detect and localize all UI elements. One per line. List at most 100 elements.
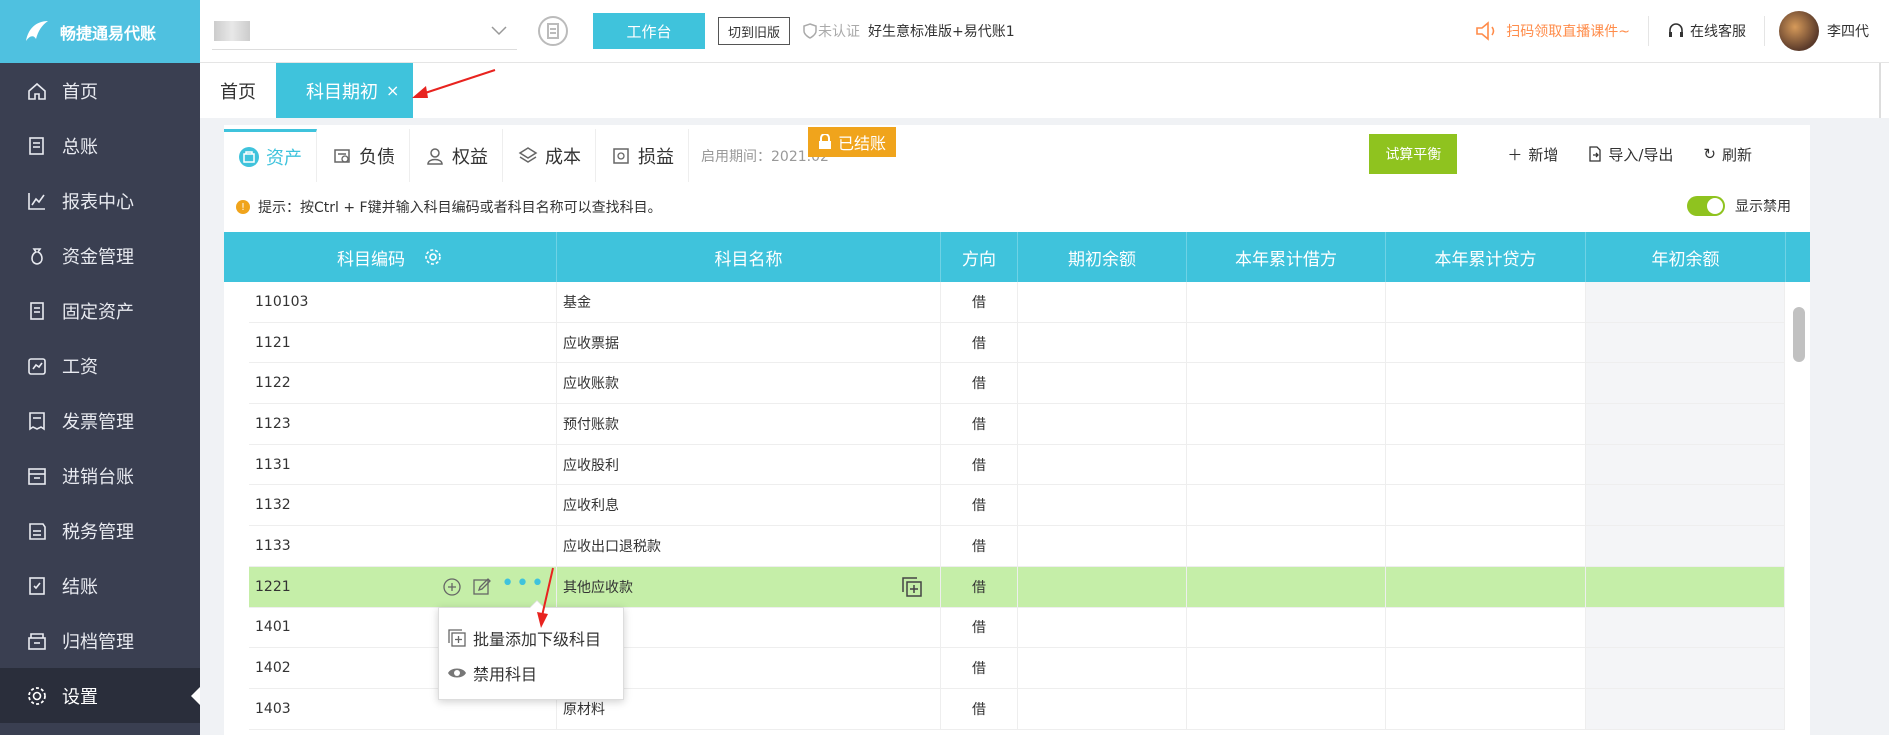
cell-ytd-credit[interactable] [1386,688,1586,729]
cell-ytd-debit[interactable] [1187,404,1386,444]
table-row[interactable]: 1121 应收票据 借 [249,322,1785,364]
app-logo[interactable]: 畅捷通易代账 [0,0,200,63]
cell-year-start-balance [1586,282,1785,322]
cell-opening-balance[interactable] [1018,526,1187,566]
sidebar-item-label: 发票管理 [62,411,134,433]
add-circle-icon[interactable] [441,576,463,598]
cell-ytd-debit[interactable] [1187,688,1386,729]
table-row[interactable]: 1221 ••• 其他应收款 借 [249,566,1785,608]
cell-code: 1132 [249,485,557,526]
tab-liabilities[interactable]: 负债 [317,129,410,182]
sidebar-item-gear[interactable]: 设置 [0,668,200,723]
cell-ytd-debit[interactable] [1187,485,1386,526]
online-service[interactable]: 在线客服 [1649,16,1765,46]
cell-opening-balance[interactable] [1018,444,1187,485]
cell-ytd-debit[interactable] [1187,363,1386,404]
cell-ytd-debit[interactable] [1187,282,1386,322]
table-row[interactable]: 1133 应收出口退税款 借 [249,526,1785,567]
sidebar-item-chart[interactable]: 报表中心 [0,173,200,228]
cell-opening-balance[interactable] [1018,607,1187,648]
cell-ytd-credit[interactable] [1386,485,1586,526]
cell-direction: 借 [941,526,1018,566]
company-select[interactable] [212,12,517,50]
tab-profit-loss[interactable]: 损益 [596,129,689,182]
switch-old-version-button[interactable]: 切到旧版 [718,17,791,45]
sidebar-item-checkout[interactable]: 结账 [0,558,200,613]
user-menu[interactable]: 李四代 [1765,11,1889,51]
table-row[interactable]: 110103 基金 借 [249,282,1785,323]
gear-icon [28,686,46,705]
cell-ytd-credit[interactable] [1386,648,1586,688]
tab-cost[interactable]: 成本 [503,129,596,182]
refresh-button[interactable]: ↻ 刷新 [1703,144,1752,165]
table-row[interactable]: 1131 应收股利 借 [249,444,1785,486]
trial-balance-button[interactable]: 试算平衡 [1369,134,1458,174]
cell-direction: 借 [941,485,1018,526]
tab-assets[interactable]: 资产 [224,129,317,182]
batch-add-subaccounts-item[interactable]: 批量添加下级科目 [439,620,623,655]
sidebar-item-archive[interactable]: 归档管理 [0,613,200,668]
cell-ytd-debit[interactable] [1187,526,1386,566]
close-icon[interactable]: × [386,81,399,100]
column-header-name[interactable]: 科目名称 [557,232,941,282]
sidebar-item-invoice[interactable]: 发票管理 [0,393,200,448]
cell-opening-balance[interactable] [1018,322,1187,363]
table-row[interactable]: 1132 应收利息 借 [249,485,1785,527]
table-row[interactable]: 1122 应收账款 借 [249,363,1785,405]
promo-link[interactable]: 扫码领取直播课件~ [1474,16,1649,46]
cell-opening-balance[interactable] [1018,282,1187,322]
import-export-button[interactable]: 导入/导出 [1588,144,1673,165]
unverified-label: 未认证 [818,24,861,40]
cell-ytd-debit[interactable] [1187,607,1386,648]
sidebar-item-building[interactable]: 固定资产 [0,283,200,338]
sidebar-item-ledger[interactable]: 总账 [0,118,200,173]
sidebar-item-tax[interactable]: 税务管理 [0,503,200,558]
verification-status[interactable]: 未认证 [802,21,860,41]
cell-ytd-credit[interactable] [1386,363,1586,404]
tab-equity[interactable]: 权益 [410,129,503,182]
sidebar-item-salary[interactable]: 工资 [0,338,200,393]
cell-ytd-credit[interactable] [1386,282,1586,322]
cell-ytd-debit[interactable] [1187,566,1386,607]
cell-opening-balance[interactable] [1018,648,1187,688]
cell-ytd-debit[interactable] [1187,444,1386,485]
show-disabled-toggle[interactable] [1687,196,1725,216]
cell-ytd-credit[interactable] [1386,526,1586,566]
gear-icon[interactable] [423,247,443,267]
clipboard-icon[interactable] [537,15,569,47]
cell-opening-balance[interactable] [1018,404,1187,444]
cell-ytd-credit[interactable] [1386,566,1586,607]
column-header-direction[interactable]: 方向 [941,232,1018,282]
column-header-opening-balance[interactable]: 期初余额 [1018,232,1187,282]
add-button[interactable]: ＋ 新增 [1507,144,1558,165]
cell-ytd-credit[interactable] [1386,322,1586,363]
cell-ytd-debit[interactable] [1187,322,1386,363]
cell-opening-balance[interactable] [1018,363,1187,404]
cell-opening-balance[interactable] [1018,485,1187,526]
cell-direction: 借 [941,282,1018,322]
more-icon[interactable]: ••• [501,572,546,595]
workbench-button[interactable]: 工作台 [593,13,705,49]
cell-opening-balance[interactable] [1018,566,1187,607]
edit-icon[interactable] [471,576,493,598]
disable-subject-item[interactable]: 禁用科目 [439,655,623,690]
cell-ytd-credit[interactable] [1386,607,1586,648]
column-header-year-start-balance[interactable]: 年初余额 [1586,232,1786,282]
sidebar-item-inventory[interactable]: 进销台账 [0,448,200,503]
cell-ytd-credit[interactable] [1386,404,1586,444]
scrollbar[interactable] [1793,307,1805,362]
tab-subject-opening[interactable]: 科目期初 × [276,63,414,118]
sidebar-item-money-bag[interactable]: 资金管理 [0,228,200,283]
copy-add-icon[interactable] [900,575,924,599]
column-header-code[interactable]: 科目编码 [224,232,557,282]
cell-ytd-debit[interactable] [1187,648,1386,688]
cell-ytd-credit[interactable] [1386,444,1586,485]
sidebar-item-label: 进销台账 [62,466,134,488]
table-row[interactable]: 1123 预付账款 借 [249,404,1785,445]
tab-home[interactable]: 首页 [200,63,276,118]
column-header-ytd-debit[interactable]: 本年累计借方 [1187,232,1386,282]
sidebar-item-home[interactable]: 首页 [0,63,200,118]
cell-opening-balance[interactable] [1018,688,1187,729]
column-header-ytd-credit[interactable]: 本年累计贷方 [1386,232,1586,282]
show-disabled-label: 显示禁用 [1735,199,1791,215]
